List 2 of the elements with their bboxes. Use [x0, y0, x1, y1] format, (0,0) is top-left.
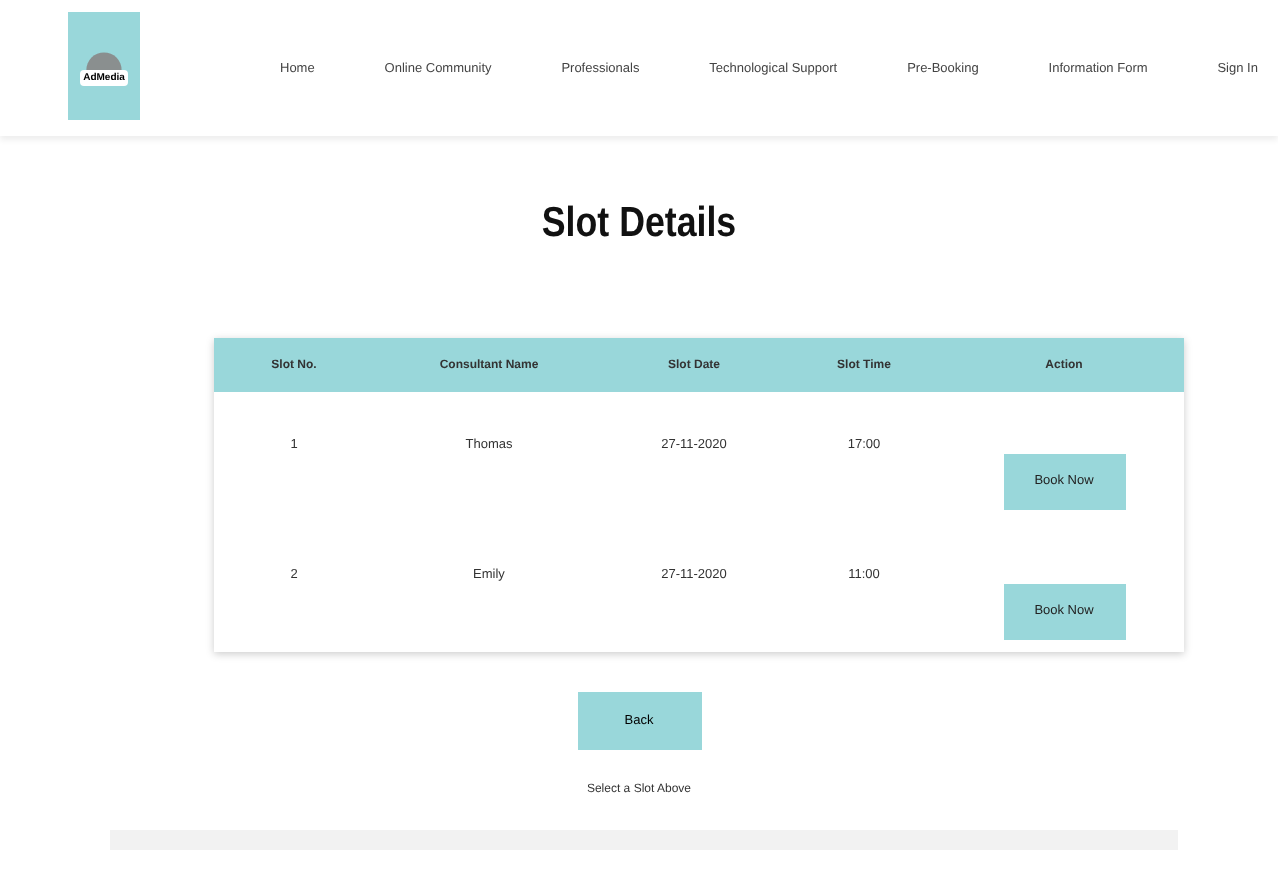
page-title: Slot Details: [539, 200, 739, 248]
dome-icon: [82, 47, 126, 69]
